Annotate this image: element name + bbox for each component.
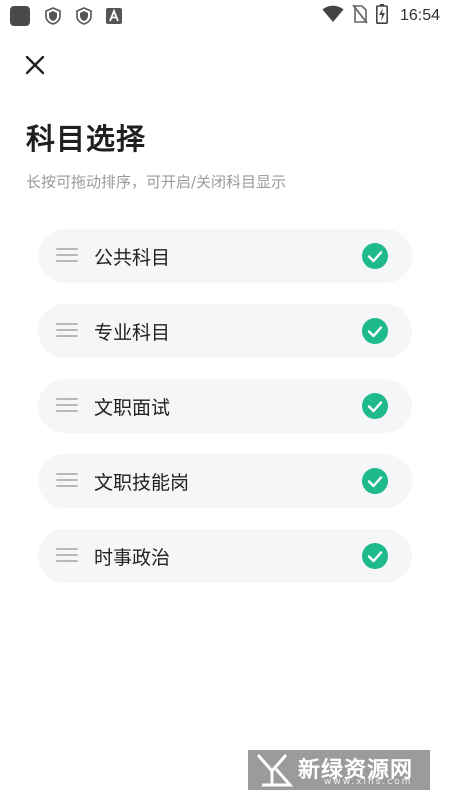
- shield-icon: [43, 6, 63, 26]
- close-icon: [25, 55, 45, 75]
- no-sim-icon: [352, 4, 368, 28]
- check-icon[interactable]: [362, 318, 388, 344]
- list-item[interactable]: 文职面试: [38, 379, 412, 433]
- clock: 16:54: [399, 7, 440, 24]
- wifi-icon: [322, 5, 344, 27]
- status-bar: 16:54: [0, 0, 450, 32]
- subject-label: 时事政治: [94, 547, 171, 569]
- watermark-url: www.xlhs.com: [324, 777, 413, 787]
- watermark-logo-icon: [256, 754, 294, 787]
- shield-icon: [74, 6, 94, 26]
- drag-handle-icon[interactable]: [56, 248, 78, 264]
- battery-charging-icon: [375, 4, 388, 28]
- drag-handle-icon[interactable]: [56, 548, 78, 564]
- subject-label: 公共科目: [94, 247, 171, 269]
- watermark: 新绿资源网 www.xlhs.com: [248, 750, 430, 790]
- a-icon: [104, 6, 124, 26]
- check-icon[interactable]: [362, 243, 388, 269]
- gallery-icon: [10, 6, 30, 26]
- page-subtitle: 长按可拖动排序，可开启/关闭科目显示: [26, 173, 287, 191]
- drag-handle-icon[interactable]: [56, 323, 78, 339]
- check-icon[interactable]: [362, 393, 388, 419]
- subject-label: 文职技能岗: [94, 472, 190, 494]
- drag-handle-icon[interactable]: [56, 398, 78, 414]
- drag-handle-icon[interactable]: [56, 473, 78, 489]
- subject-list: 公共科目 专业科目 文职面试 文职技能岗 时事政治: [38, 229, 412, 604]
- check-icon[interactable]: [362, 543, 388, 569]
- list-item[interactable]: 专业科目: [38, 304, 412, 358]
- check-icon[interactable]: [362, 468, 388, 494]
- list-item[interactable]: 公共科目: [38, 229, 412, 283]
- page-title: 科目选择: [26, 122, 147, 156]
- list-item[interactable]: 文职技能岗: [38, 454, 412, 508]
- list-item[interactable]: 时事政治: [38, 529, 412, 583]
- close-button[interactable]: [22, 52, 48, 78]
- subject-label: 专业科目: [94, 322, 171, 344]
- subject-label: 文职面试: [94, 397, 171, 419]
